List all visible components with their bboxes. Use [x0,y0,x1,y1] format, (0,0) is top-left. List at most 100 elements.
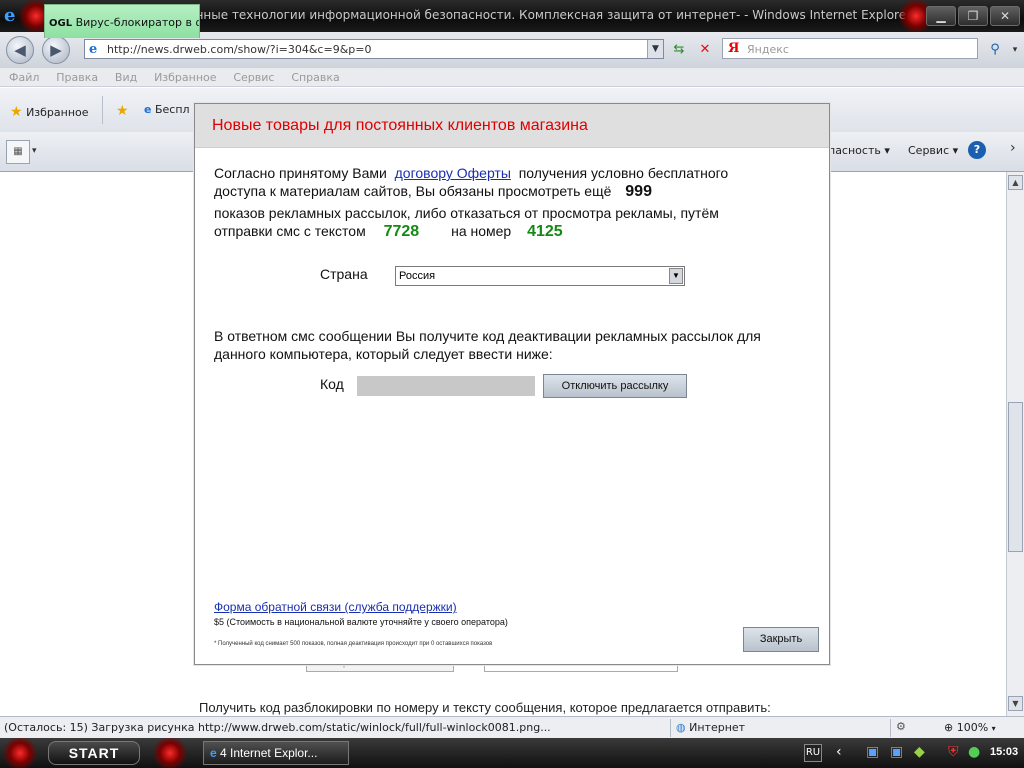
dialog-title: Новые товары для постоянных клиентов маг… [212,117,588,134]
paragraph-2-line-1: В ответном смс сообщении Вы получите код… [214,328,761,344]
address-dropdown-icon[interactable]: ▼ [647,40,663,58]
sms-short-number: 4125 [527,223,563,240]
code-input[interactable] [357,376,535,396]
menu-file[interactable]: Файл [9,68,39,87]
zoom-level[interactable]: ⊕ 100% ▾ [944,721,996,734]
safety-menu[interactable]: пасность ▾ [828,144,890,157]
menu-bar: Файл Правка Вид Избранное Сервис Справка [0,68,1024,87]
taskbar-ie-button[interactable]: e 4 Internet Explor... [203,741,349,765]
security-zone[interactable]: ◍ Интернет [676,721,745,734]
text: на номер [451,223,512,239]
menu-tools[interactable]: Сервис [233,68,274,87]
vertical-scrollbar[interactable]: ▲ ▼ [1006,172,1024,716]
close-window-button[interactable]: ✕ [990,6,1020,26]
search-box[interactable]: Я Яндекс [722,38,978,59]
paragraph-1-line-2: доступа к материалам сайтов, Вы обязаны … [214,183,652,201]
status-bar: (Осталось: 15) Загрузка рисунка http://w… [0,716,1024,738]
tray-icon[interactable]: ● [968,744,980,760]
refresh-icon[interactable]: ⇆ [668,40,690,60]
globe-icon: ◍ [676,721,686,734]
paragraph-2-line-2: данного компьютера, который следует ввес… [214,346,553,362]
red-glow-decoration [0,738,40,768]
paragraph-1-line-1: Согласно принятому Вами договору Оферты … [214,165,728,181]
close-dialog-button[interactable]: Закрыть [743,627,819,652]
paragraph-1-line-3: показов рекламных рассылок, либо отказат… [214,205,719,221]
text: доступа к материалам сайтов, Вы обязаны … [214,183,612,199]
help-icon[interactable]: ? [968,141,986,159]
protected-mode-icon[interactable]: ⚙ [896,720,906,733]
feedback-link[interactable]: Форма обратной связи (служба поддержки) [214,600,457,614]
favorites-label: Избранное [26,106,89,119]
chevron-left-icon[interactable]: ‹ [836,744,842,760]
menu-view[interactable]: Вид [115,68,137,87]
code-label: Код [320,376,344,392]
sms-text-code: 7728 [383,223,420,240]
network-icon[interactable]: ▣ [890,744,903,760]
scroll-down-icon[interactable]: ▼ [1008,696,1023,711]
tray-icon[interactable]: ◆ [914,744,925,760]
minimize-button[interactable]: ▁ [926,6,956,26]
search-go-icon[interactable]: ⚲ [984,40,1006,60]
dialog-header: Новые товары для постоянных клиентов маг… [195,104,829,148]
country-label: Страна [320,266,368,282]
stop-icon[interactable]: ✕ [694,40,716,60]
page-icon: e [89,42,98,57]
scroll-thumb[interactable] [1008,402,1023,552]
text: получения условно бесплатного [518,165,729,181]
country-value: Россия [399,270,436,282]
text: отправки смс с текстом [214,223,366,239]
ransom-dialog: Новые товары для постоянных клиентов маг… [194,103,830,665]
address-url: http://news.drweb.com/show/?i=304&c=9&p=… [107,43,372,56]
taskbar-ie-label: 4 Internet Explor... [220,746,318,760]
language-indicator[interactable]: RU [804,744,822,762]
favorite-link-label: Беспл [154,103,190,116]
favorite-link[interactable]: e Беспл [144,103,190,116]
shield-icon[interactable]: ⛨ [948,744,959,760]
add-favorite-icon[interactable]: ★ [116,103,129,119]
maximize-button[interactable]: ❐ [958,6,988,26]
clock[interactable]: 15:03 [990,746,1018,758]
address-bar[interactable]: e http://news.drweb.com/show/?i=304&c=9&… [84,39,664,59]
divider [102,96,103,124]
paragraph-1-line-4: отправки смс с текстом 7728 на номер 412… [214,223,563,241]
scroll-up-icon[interactable]: ▲ [1008,175,1023,190]
tab-title: Вирус-блокиратор в фо... [75,16,199,29]
tab-active[interactable]: OGL Вирус-блокиратор в фо... [44,4,200,38]
red-glow-decoration [150,738,190,768]
fine-print: * Полученный код снимает 500 показов, по… [214,641,493,647]
menu-favorites[interactable]: Избранное [154,68,216,87]
remaining-count: 999 [625,183,652,200]
back-button[interactable]: ◀ [6,36,34,64]
chevron-down-icon[interactable]: ▼ [669,268,683,284]
network-icon[interactable]: ▣ [866,744,879,760]
offer-agreement-link[interactable]: договору Оферты [395,165,511,181]
tab-favicon: OGL [49,18,73,29]
text: Согласно принятому Вами [214,165,387,181]
tab-list-icon[interactable]: ▾ [32,146,37,156]
search-options-icon[interactable]: ▾ [1004,40,1024,60]
menu-help[interactable]: Справка [291,68,339,87]
forward-button[interactable]: ▶ [42,36,70,64]
status-text: (Осталось: 15) Загрузка рисунка http://w… [4,721,551,734]
country-select[interactable]: Россия ▼ [395,266,685,286]
background-instruction: Получить код разблокировки по номеру и т… [199,700,771,715]
chevron-down-icon: ▾ [991,724,996,733]
ie-icon: e [210,746,217,760]
chevron-right-icon[interactable]: › [1010,140,1016,156]
zoom-value: 100% [956,721,989,734]
start-button[interactable]: START [48,741,140,765]
quick-tabs-icon[interactable]: ▦ [6,140,30,164]
menu-edit[interactable]: Правка [56,68,98,87]
yandex-icon: Я [728,41,740,56]
star-icon: ★ [10,104,23,120]
tools-menu[interactable]: Сервис ▾ [908,144,958,157]
ie-page-icon: e [144,103,152,116]
disable-ads-button[interactable]: Отключить рассылку [543,374,687,398]
zone-label: Интернет [689,721,746,734]
divider [670,719,671,737]
favorites-button[interactable]: ★ Избранное [10,104,89,120]
divider [890,719,891,737]
zoom-icon: ⊕ [944,721,954,734]
search-placeholder: Яндекс [747,43,789,56]
price-note: $5 (Стоимость в национальной валюте уточ… [214,617,508,627]
